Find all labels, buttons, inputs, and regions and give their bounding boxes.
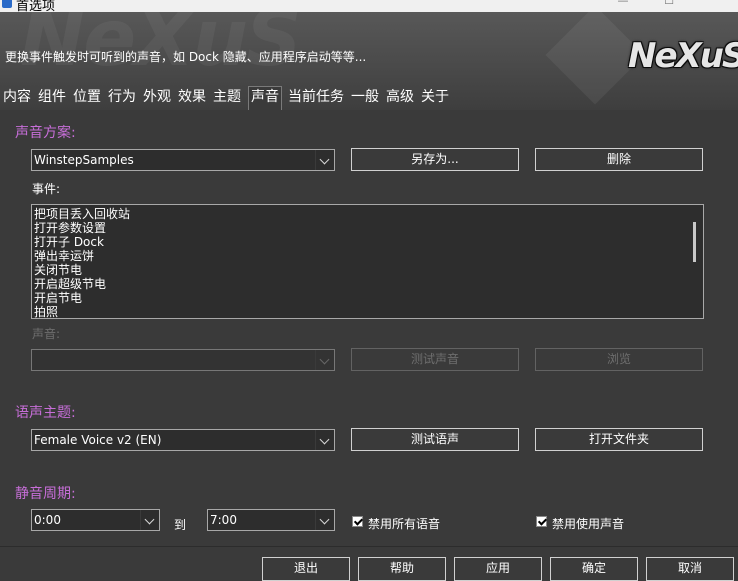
events-list[interactable]: 把项目丢入回收站 打开参数设置 打开子 Dock 弹出幸运饼 关闭节电 开启超级节电 开启节… [31, 204, 704, 319]
list-item[interactable]: 把项目丢入回收站 [34, 207, 130, 221]
scrollbar-thumb[interactable] [693, 222, 696, 262]
close-icon[interactable] [692, 0, 738, 10]
mute-to-select[interactable]: 7:00 [207, 509, 335, 531]
title-bar: 首选项 — ☐ [0, 0, 738, 12]
chevron-down-icon[interactable] [315, 350, 334, 370]
to-label: 到 [174, 518, 187, 532]
mute-to-value: 7:00 [210, 513, 237, 527]
sound-scheme-title: 声音方案: [15, 125, 76, 141]
sound-scheme-select[interactable]: WinstepSamples [31, 149, 335, 171]
tab-4[interactable]: 外观 [143, 86, 171, 109]
nexus-logo: NeXuS [628, 36, 738, 84]
list-item[interactable]: 打开参数设置 [34, 221, 130, 235]
tab-7[interactable]: 声音 [248, 86, 282, 110]
disable-sound-checkbox[interactable] [536, 516, 547, 527]
voice-theme-title: 语声主题: [15, 405, 76, 421]
tab-10[interactable]: 高级 [386, 86, 414, 109]
test-sound-button[interactable]: 测试声音 [351, 348, 519, 371]
window-title: 首选项 [16, 0, 56, 12]
disable-sound-label[interactable]: 禁用使用声音 [552, 515, 624, 532]
disable-voice-label[interactable]: 禁用所有语音 [368, 515, 440, 532]
tab-6[interactable]: 主题 [213, 86, 241, 109]
tab-3[interactable]: 行为 [108, 86, 136, 109]
disable-voice-checkbox[interactable] [352, 516, 363, 527]
list-item[interactable]: 开启超级节电 [34, 277, 130, 291]
list-item[interactable]: 开启节电 [34, 291, 130, 305]
list-item[interactable]: 弹出幸运饼 [34, 249, 130, 263]
list-item[interactable]: 拍照 [34, 305, 130, 318]
page-description: 更换事件触发时可听到的声音，如 Dock 隐藏、应用程序启动等等... [5, 50, 367, 64]
events-label: 事件: [32, 182, 61, 196]
minimize-icon[interactable]: — [600, 0, 646, 10]
delete-button[interactable]: 删除 [535, 148, 703, 171]
list-item[interactable]: 打开子 Dock [34, 235, 130, 249]
maximize-icon[interactable]: ☐ [646, 0, 692, 10]
header-banner: NeXuS 更换事件触发时可听到的声音，如 Dock 隐藏、应用程序启动等等..… [0, 12, 738, 110]
list-item[interactable]: 关闭节电 [34, 263, 130, 277]
chevron-down-icon[interactable] [140, 510, 159, 530]
tab-1[interactable]: 组件 [38, 86, 66, 109]
sound-select[interactable] [31, 349, 335, 371]
tab-11[interactable]: 关于 [421, 86, 449, 109]
sound-label: 声音: [32, 327, 61, 341]
tab-2[interactable]: 位置 [73, 86, 101, 109]
apply-button[interactable]: 应用 [454, 557, 542, 581]
exit-button[interactable]: 退出 [262, 557, 350, 581]
sound-scheme-value: WinstepSamples [34, 153, 134, 167]
tab-8[interactable]: 当前任务 [288, 86, 344, 109]
tab-9[interactable]: 一般 [351, 86, 379, 109]
window-controls: — ☐ [600, 0, 738, 10]
ok-button[interactable]: 确定 [550, 557, 638, 581]
app-icon [2, 0, 12, 8]
tab-5[interactable]: 效果 [178, 86, 206, 109]
footer-divider [0, 546, 738, 547]
open-folder-button[interactable]: 打开文件夹 [535, 428, 703, 451]
help-button[interactable]: 帮助 [358, 557, 446, 581]
chevron-down-icon[interactable] [315, 510, 334, 530]
cancel-button[interactable]: 取消 [646, 557, 734, 581]
events-items: 把项目丢入回收站 打开参数设置 打开子 Dock 弹出幸运饼 关闭节电 开启超级节电 开启节… [34, 207, 130, 318]
test-voice-button[interactable]: 测试语声 [351, 428, 519, 451]
logo-text: NeXuS [628, 36, 738, 76]
save-as-button[interactable]: 另存为... [351, 148, 519, 171]
tab-0[interactable]: 内容 [3, 86, 31, 109]
chevron-down-icon[interactable] [315, 150, 334, 170]
mute-from-value: 0:00 [34, 513, 61, 527]
mute-from-select[interactable]: 0:00 [31, 509, 160, 531]
browse-button[interactable]: 浏览 [535, 348, 703, 371]
voice-theme-value: Female Voice v2 (EN) [34, 433, 162, 447]
mute-period-title: 静音周期: [15, 486, 76, 502]
chevron-down-icon[interactable] [315, 430, 334, 450]
events-scrollbar[interactable] [686, 205, 703, 318]
tab-bar: 内容 组件 位置 行为 外观 效果 主题 声音 当前任务 一般 高级 关于 [0, 86, 456, 110]
voice-theme-select[interactable]: Female Voice v2 (EN) [31, 429, 335, 451]
